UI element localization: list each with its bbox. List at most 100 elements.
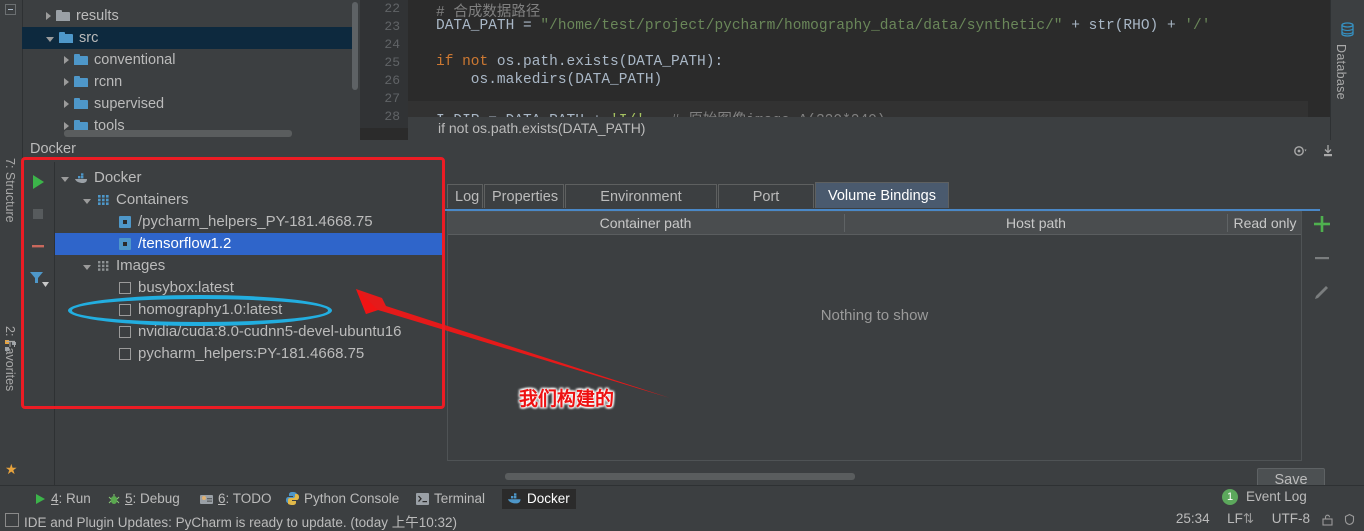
code-token: "/home/test/project/pycharm/homography_d… (540, 18, 1063, 34)
code-token: if not (436, 54, 497, 70)
status-message[interactable]: IDE and Plugin Updates: PyCharm is ready… (24, 511, 457, 531)
lock-icon[interactable] (1321, 513, 1334, 529)
tool-window-button-label: Python Console (304, 491, 400, 506)
project-tool-window[interactable]: results src conventional rcnn supervised tool… (0, 0, 360, 140)
database-icon (1340, 22, 1355, 37)
tool-window-button-terminal[interactable]: Terminal (410, 489, 491, 509)
line-number: 26 (384, 73, 400, 88)
chevron-right-icon[interactable] (46, 12, 51, 21)
project-tree-item[interactable]: results (22, 5, 352, 27)
chevron-right-icon[interactable] (64, 78, 69, 87)
project-tree-rows[interactable]: results src conventional rcnn supervised tool… (22, 5, 352, 137)
tab-volume-bindings[interactable]: Volume Bindings (815, 182, 949, 208)
line-number: 25 (384, 55, 400, 70)
minus-icon[interactable] (1311, 247, 1333, 269)
tool-window-button-docker[interactable]: Docker (502, 489, 576, 509)
editor-breadcrumb: if not os.path.exists(DATA_PATH) (408, 117, 1364, 140)
gear-icon[interactable] (1293, 144, 1309, 161)
project-tree-item-label: results (76, 8, 119, 24)
tool-window-button-label: 5: Debug (125, 491, 180, 506)
notification-icon[interactable] (5, 513, 19, 527)
pencil-icon[interactable] (1311, 281, 1333, 303)
column-divider-1[interactable] (844, 214, 845, 232)
folder-icon (59, 32, 73, 43)
collapse-all-icon[interactable] (5, 4, 16, 15)
code-token: str (1088, 18, 1115, 34)
column-header-container-path[interactable]: Container path (448, 212, 843, 234)
editor-code-area[interactable]: # 合成数据路径 DATA_PATH = "/home/test/project/… (408, 0, 1308, 129)
annotation-note-text: 我们构建的 (519, 388, 615, 410)
table-side-toolbar[interactable] (1305, 211, 1345, 461)
file-encoding[interactable]: UTF-8 (1272, 511, 1310, 526)
terminal-icon (416, 491, 429, 511)
folder-icon (74, 54, 88, 65)
code-token: + (1062, 18, 1089, 34)
tool-window-button-label: 6: TODO (218, 491, 272, 506)
chevron-right-icon[interactable] (64, 100, 69, 109)
line-number: 27 (384, 91, 400, 106)
event-log-badge: 1 (1222, 489, 1238, 505)
line-number: 22 (384, 1, 400, 16)
detail-tabs[interactable]: LogPropertiesEnvironment variablesPort B… (445, 182, 1320, 229)
tool-window-bar[interactable]: 4: Run 5: Debug 6: TODO Python Console Termi… (0, 485, 1364, 512)
tool-window-button-6-todo[interactable]: 6: TODO (194, 489, 278, 509)
chevron-right-icon[interactable] (64, 122, 69, 131)
project-tree-item[interactable]: rcnn (22, 71, 352, 93)
line-number: 24 (384, 37, 400, 52)
bug-icon (108, 491, 120, 511)
cyan-ellipse-annotation (68, 295, 332, 326)
project-tree-item[interactable]: conventional (22, 49, 352, 71)
project-tree-item-label: src (79, 30, 99, 46)
chevron-right-icon[interactable] (64, 56, 69, 65)
tool-window-button-label: 4: Run (51, 491, 91, 506)
table-header-row: Container path Host path Read only (448, 212, 1301, 235)
hide-window-icon[interactable] (1321, 144, 1335, 161)
status-bar: IDE and Plugin Updates: PyCharm is ready… (0, 511, 1364, 531)
docker-icon (508, 491, 522, 511)
code-line[interactable]: DATA_PATH = "/home/test/project/pycharm/… (436, 18, 1210, 34)
code-token: os.path.exists(DATA_PATH): (496, 54, 724, 70)
status-right-group[interactable]: 25:34 LF⇅ UTF-8 (1176, 511, 1310, 527)
tool-window-button-label: Docker (527, 491, 570, 506)
chevron-down-icon[interactable] (46, 36, 54, 42)
plus-icon[interactable] (1311, 213, 1333, 235)
database-stripe-label[interactable]: Database (1334, 44, 1348, 100)
database-tool-window-stripe[interactable]: Database (1330, 0, 1364, 140)
folder-icon (74, 98, 88, 109)
line-separator[interactable]: LF (1227, 511, 1243, 526)
line-number: 28 (384, 109, 400, 124)
play-icon (34, 491, 46, 511)
column-header-read-only[interactable]: Read only (1229, 212, 1301, 234)
tool-window-button-4-run[interactable]: 4: Run (28, 489, 97, 509)
tab-log[interactable]: Log (447, 184, 483, 208)
project-tree-item[interactable]: supervised (22, 93, 352, 115)
tab-port-bindings[interactable]: Port Bindings (718, 184, 814, 229)
project-tree-item[interactable]: src (22, 27, 352, 49)
project-vertical-scrollbar[interactable] (352, 2, 358, 90)
code-token: '/' (1184, 18, 1211, 34)
project-horizontal-scrollbar[interactable] (64, 130, 292, 137)
stripe-button-structure[interactable]: 7: Structure (3, 158, 17, 223)
code-editor[interactable]: 22 23 24 25 26 27 28 # 合成数据路径 DATA_PATH = "/hom… (360, 0, 1364, 140)
tool-window-button-5-debug[interactable]: 5: Debug (102, 489, 186, 509)
code-token: (RHO) + (1114, 18, 1185, 34)
caret-position[interactable]: 25:34 (1176, 511, 1210, 526)
project-tree-item-label: conventional (94, 52, 176, 68)
code-line[interactable]: if not os.path.exists(DATA_PATH): (436, 54, 723, 70)
tool-window-button-python-console[interactable]: Python Console (280, 489, 405, 509)
stripe-button-favorites[interactable]: 2: Favorites (3, 326, 17, 391)
project-tree-item-label: supervised (94, 96, 165, 112)
column-divider-2[interactable] (1227, 214, 1228, 232)
event-log-button[interactable]: Event Log (1246, 489, 1307, 504)
tab-environment-variables[interactable]: Environment variables (565, 184, 717, 229)
left-tool-window-stripe[interactable]: 7: Structure 2: Favorites ★ (0, 140, 23, 485)
code-line[interactable]: os.makedirs(DATA_PATH) (436, 72, 662, 88)
todo-icon (200, 491, 213, 511)
tab-properties[interactable]: Properties (484, 184, 564, 208)
detail-horizontal-scrollbar[interactable] (505, 473, 855, 480)
code-token: DATA_PATH = (436, 18, 541, 34)
column-header-host-path[interactable]: Host path (846, 212, 1226, 234)
project-tree-item-label: rcnn (94, 74, 123, 90)
inspection-icon[interactable] (1343, 513, 1356, 529)
red-rectangle-annotation (21, 157, 445, 409)
